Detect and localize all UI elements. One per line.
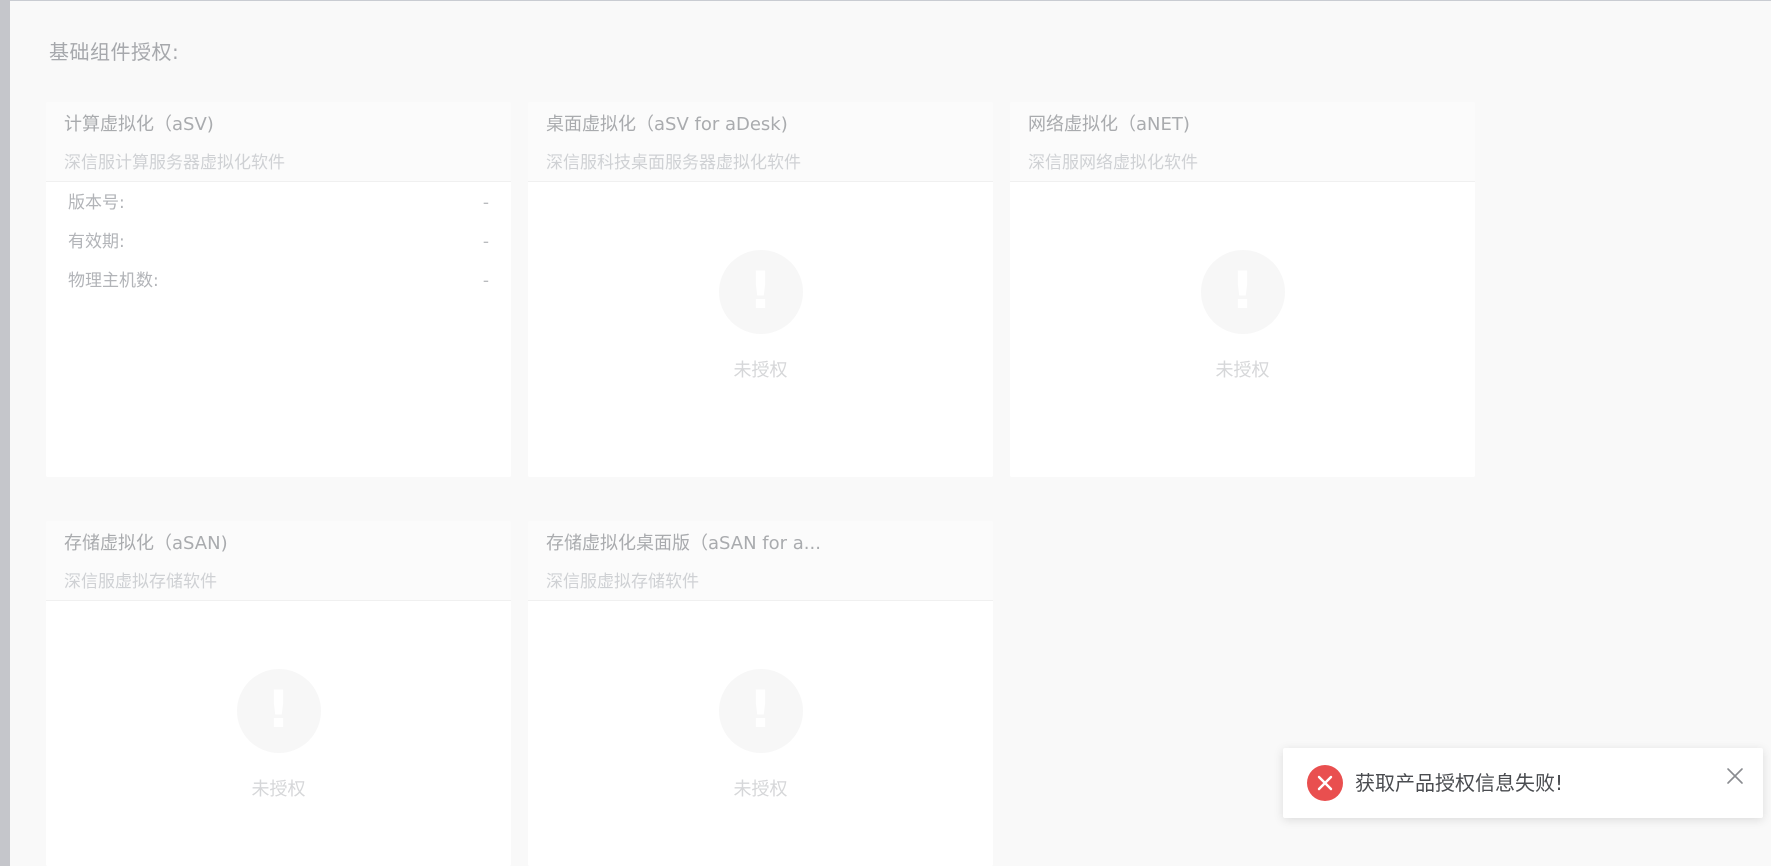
- card-header: 计算虚拟化（aSV) 深信服计算服务器虚拟化软件: [46, 102, 511, 182]
- license-card-asv-adesk: 桌面虚拟化（aSV for aDesk) 深信服科技桌面服务器虚拟化软件 ! 未…: [528, 102, 993, 477]
- info-label: 版本号:: [68, 193, 125, 213]
- unlicensed-text: 未授权: [733, 779, 788, 800]
- exclamation-icon: !: [1200, 250, 1285, 334]
- unlicensed-text: 未授权: [251, 779, 306, 800]
- info-row-version: 版本号: -: [46, 184, 511, 223]
- card-subtitle: 深信服网络虚拟化软件: [1028, 153, 1198, 173]
- empty-state: ! 未授权: [1010, 250, 1475, 382]
- card-title: 网络虚拟化（aNET): [1028, 114, 1190, 135]
- exclamation-icon: !: [236, 669, 321, 753]
- card-subtitle: 深信服科技桌面服务器虚拟化软件: [546, 153, 801, 173]
- license-card-anet: 网络虚拟化（aNET) 深信服网络虚拟化软件 ! 未授权: [1010, 102, 1475, 477]
- card-title: 存储虚拟化桌面版（aSAN for a...: [546, 533, 821, 554]
- section-title: 基础组件授权:: [49, 40, 180, 64]
- card-title: 存储虚拟化（aSAN): [64, 533, 228, 554]
- info-row-host-count: 物理主机数: -: [46, 262, 511, 301]
- info-label: 物理主机数:: [68, 271, 159, 291]
- empty-state: ! 未授权: [528, 250, 993, 382]
- toast-message: 获取产品授权信息失败!: [1355, 771, 1564, 795]
- card-subtitle: 深信服虚拟存储软件: [64, 572, 217, 592]
- info-row-expiry: 有效期: -: [46, 223, 511, 262]
- info-value: -: [482, 193, 489, 213]
- license-card-asv: 计算虚拟化（aSV) 深信服计算服务器虚拟化软件 版本号: - 有效期: - 物…: [46, 102, 511, 477]
- license-card-asan: 存储虚拟化（aSAN) 深信服虚拟存储软件 ! 未授权: [46, 521, 511, 866]
- info-value: -: [482, 271, 489, 291]
- license-card-asan-adesk: 存储虚拟化桌面版（aSAN for a... 深信服虚拟存储软件 ! 未授权: [528, 521, 993, 866]
- empty-state: ! 未授权: [46, 669, 511, 801]
- empty-state: ! 未授权: [528, 669, 993, 801]
- card-subtitle: 深信服计算服务器虚拟化软件: [64, 153, 285, 173]
- card-body: 版本号: - 有效期: - 物理主机数: -: [46, 182, 511, 301]
- info-value: -: [482, 232, 489, 252]
- card-subtitle: 深信服虚拟存储软件: [546, 572, 699, 592]
- left-scroll-strip: [0, 0, 10, 866]
- unlicensed-text: 未授权: [733, 360, 788, 381]
- card-header: 网络虚拟化（aNET) 深信服网络虚拟化软件: [1010, 102, 1475, 182]
- card-header: 存储虚拟化桌面版（aSAN for a... 深信服虚拟存储软件: [528, 521, 993, 601]
- card-header: 桌面虚拟化（aSV for aDesk) 深信服科技桌面服务器虚拟化软件: [528, 102, 993, 182]
- error-circle-icon: [1307, 765, 1343, 801]
- close-icon[interactable]: [1725, 766, 1745, 786]
- card-title: 计算虚拟化（aSV): [64, 114, 214, 135]
- unlicensed-text: 未授权: [1215, 360, 1270, 381]
- error-toast: 获取产品授权信息失败!: [1283, 748, 1763, 818]
- exclamation-icon: !: [718, 669, 803, 753]
- info-label: 有效期:: [68, 232, 125, 252]
- exclamation-icon: !: [718, 250, 803, 334]
- card-title: 桌面虚拟化（aSV for aDesk): [546, 114, 788, 135]
- license-page: 基础组件授权: 计算虚拟化（aSV) 深信服计算服务器虚拟化软件 版本号: - …: [0, 0, 1771, 866]
- card-header: 存储虚拟化（aSAN) 深信服虚拟存储软件: [46, 521, 511, 601]
- top-divider: [0, 0, 1771, 1]
